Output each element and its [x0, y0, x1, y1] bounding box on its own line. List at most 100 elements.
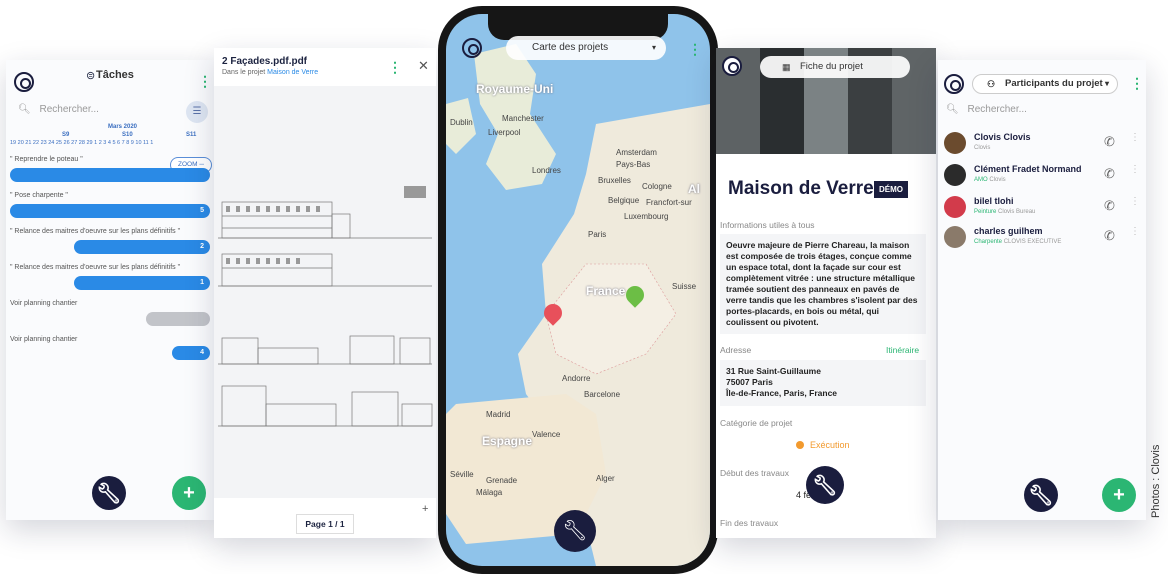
task-label: " Relance des maitres d'oeuvre sur les p… — [10, 228, 181, 235]
participants-header[interactable]: ⚇ Participants du projet ▾ — [972, 74, 1118, 94]
wrench-icon: 🔧︎ — [562, 520, 588, 542]
participant-name: Clément Fradet Normand — [974, 164, 1082, 174]
task-bar-value: 4 — [200, 349, 204, 356]
add-button[interactable]: + — [172, 476, 206, 510]
more-icon[interactable]: ⋮ — [1130, 196, 1140, 207]
project-header-label: Fiche du projet — [800, 61, 863, 72]
tools-button[interactable]: 🔧︎ — [554, 510, 596, 552]
tasks-icon: ⊜ — [86, 70, 96, 82]
zoom-in-button[interactable]: + — [422, 503, 428, 515]
map-screen[interactable]: Carte des projets ▾ ⋮ Royaume-Uni Manche… — [446, 14, 710, 566]
itinerary-link[interactable]: Itinéraire — [886, 345, 919, 355]
pdf-viewer: 2 Façades.pdf.pdf Dans le projet Maison … — [214, 48, 436, 538]
category-value: Exécution — [796, 440, 850, 450]
avatar — [944, 196, 966, 218]
phone-icon[interactable]: ✆ — [1104, 134, 1115, 150]
participant-role-name: Peinture — [974, 209, 997, 215]
more-icon[interactable]: ⋮ — [1130, 132, 1140, 143]
task-bar[interactable]: 2 — [74, 240, 210, 254]
participant-role-name: Charpente — [974, 239, 1003, 245]
list-view-button[interactable]: ☰ — [186, 101, 208, 123]
task-label: Voir planning chantier — [10, 300, 78, 307]
phone-icon[interactable]: ✆ — [1104, 166, 1115, 182]
map-label: Dublin — [450, 118, 473, 127]
participant-row[interactable]: Clément Fradet Normand AMO Clovis ✆ ⋮ — [944, 162, 1144, 192]
map-label: Grenade — [486, 476, 518, 485]
wrench-icon: 🔧︎ — [1028, 484, 1054, 507]
task-bar[interactable] — [146, 312, 210, 326]
clovis-logo-icon — [722, 56, 742, 76]
more-icon[interactable]: ⋮ — [1130, 226, 1140, 237]
avatar — [944, 226, 966, 248]
plus-icon: + — [183, 481, 195, 504]
add-button[interactable]: + — [1102, 478, 1136, 512]
map-label: Londres — [532, 166, 561, 175]
participant-row[interactable]: bilel tlohi Peinture Clovis Bureau ✆ ⋮ — [944, 194, 1144, 224]
task-label: " Reprendre le poteau " — [10, 156, 83, 163]
map-label: Séville — [450, 470, 474, 479]
phone-icon[interactable]: ✆ — [1104, 198, 1115, 214]
kebab-menu-icon[interactable]: ⋮ — [688, 42, 702, 56]
timeline-week: S10 — [122, 132, 133, 138]
task-bar[interactable] — [10, 168, 210, 182]
search-placeholder: Rechercher... — [967, 104, 1027, 115]
search-placeholder: Rechercher... — [39, 104, 99, 115]
map-label: Belgique — [608, 196, 640, 205]
avatar — [944, 132, 966, 154]
map-label: Espagne — [482, 434, 533, 448]
demo-badge: DÉMO — [874, 181, 908, 198]
project-link[interactable]: Maison de Verre — [267, 69, 318, 76]
phone-icon[interactable]: ✆ — [1104, 228, 1115, 244]
kebab-menu-icon[interactable]: ⋮ — [388, 60, 402, 74]
map-header-label: Carte des projets — [532, 42, 609, 53]
end-label: Fin des travaux — [720, 518, 779, 528]
participants-search[interactable]: 🔍︎ Rechercher... — [946, 104, 1027, 115]
participant-role: Peinture Clovis Bureau — [974, 209, 1035, 215]
map-label: Suisse — [672, 282, 697, 291]
clovis-logo-icon — [944, 74, 964, 94]
kebab-menu-icon[interactable]: ⋮ — [198, 74, 212, 88]
close-icon[interactable]: ✕ — [418, 58, 429, 74]
participant-row[interactable]: Clovis Clovis Clovis ✆ ⋮ — [944, 130, 1144, 160]
task-bar[interactable]: 5 — [10, 204, 210, 218]
participant-row[interactable]: charles guilhem Charpente CLOVIS EXECUTI… — [944, 224, 1144, 254]
task-label: " Pose charpente " — [10, 192, 68, 199]
task-bar-value: 2 — [200, 243, 204, 250]
pdf-page[interactable] — [214, 86, 436, 498]
task-bar[interactable]: 4 — [172, 346, 210, 360]
facade-drawing — [218, 186, 433, 427]
building-icon: ▦ — [782, 62, 791, 72]
tools-button[interactable]: 🔧︎ — [92, 476, 126, 510]
pdf-subtitle-prefix: Dans le projet — [222, 69, 268, 76]
project-header: ▦ Fiche du projet — [760, 56, 910, 78]
participant-name: bilel tlohi — [974, 196, 1014, 206]
phone-frame: Carte des projets ▾ ⋮ Royaume-Uni Manche… — [438, 6, 718, 574]
map-header[interactable]: Carte des projets ▾ — [506, 36, 666, 60]
map-label: France — [586, 284, 626, 298]
pdf-title: 2 Façades.pdf.pdf — [222, 56, 308, 67]
more-icon[interactable]: ⋮ — [1130, 164, 1140, 175]
task-bar[interactable]: 1 — [74, 276, 210, 290]
map-label: Bruxelles — [598, 176, 631, 185]
tasks-title: Tâches — [96, 69, 134, 81]
search-icon: 🔍︎ — [18, 104, 31, 115]
map-label: Valence — [532, 430, 561, 439]
kebab-menu-icon[interactable]: ⋮ — [1130, 76, 1144, 90]
search-icon: 🔍︎ — [946, 104, 959, 115]
participant-company: CLOVIS EXECUTIVE — [1003, 239, 1062, 245]
participant-role: AMO Clovis — [974, 177, 1006, 183]
composition: ⊜ Tâches ⋮ 🔍︎ Rechercher... ☰ Mars 2020 … — [0, 0, 1168, 574]
tasks-search[interactable]: 🔍︎ Rechercher... — [18, 104, 99, 115]
map-label: Barcelone — [584, 390, 621, 399]
map-label: Luxembourg — [624, 212, 669, 221]
tools-button[interactable]: 🔧︎ — [1024, 478, 1058, 512]
tools-button[interactable]: 🔧︎ — [806, 466, 844, 504]
plus-icon: + — [1113, 483, 1125, 506]
task-bar-value: 1 — [200, 279, 204, 286]
address-line: 31 Rue Saint-Guillaume — [726, 366, 821, 376]
map-label: Málaga — [476, 488, 503, 497]
map-label: Pays-Bas — [616, 160, 651, 169]
info-text: Oeuvre majeure de Pierre Chareau, la mai… — [720, 234, 926, 334]
address-line: Île-de-France, Paris, France — [726, 388, 838, 398]
map-label: Alger — [596, 474, 615, 483]
